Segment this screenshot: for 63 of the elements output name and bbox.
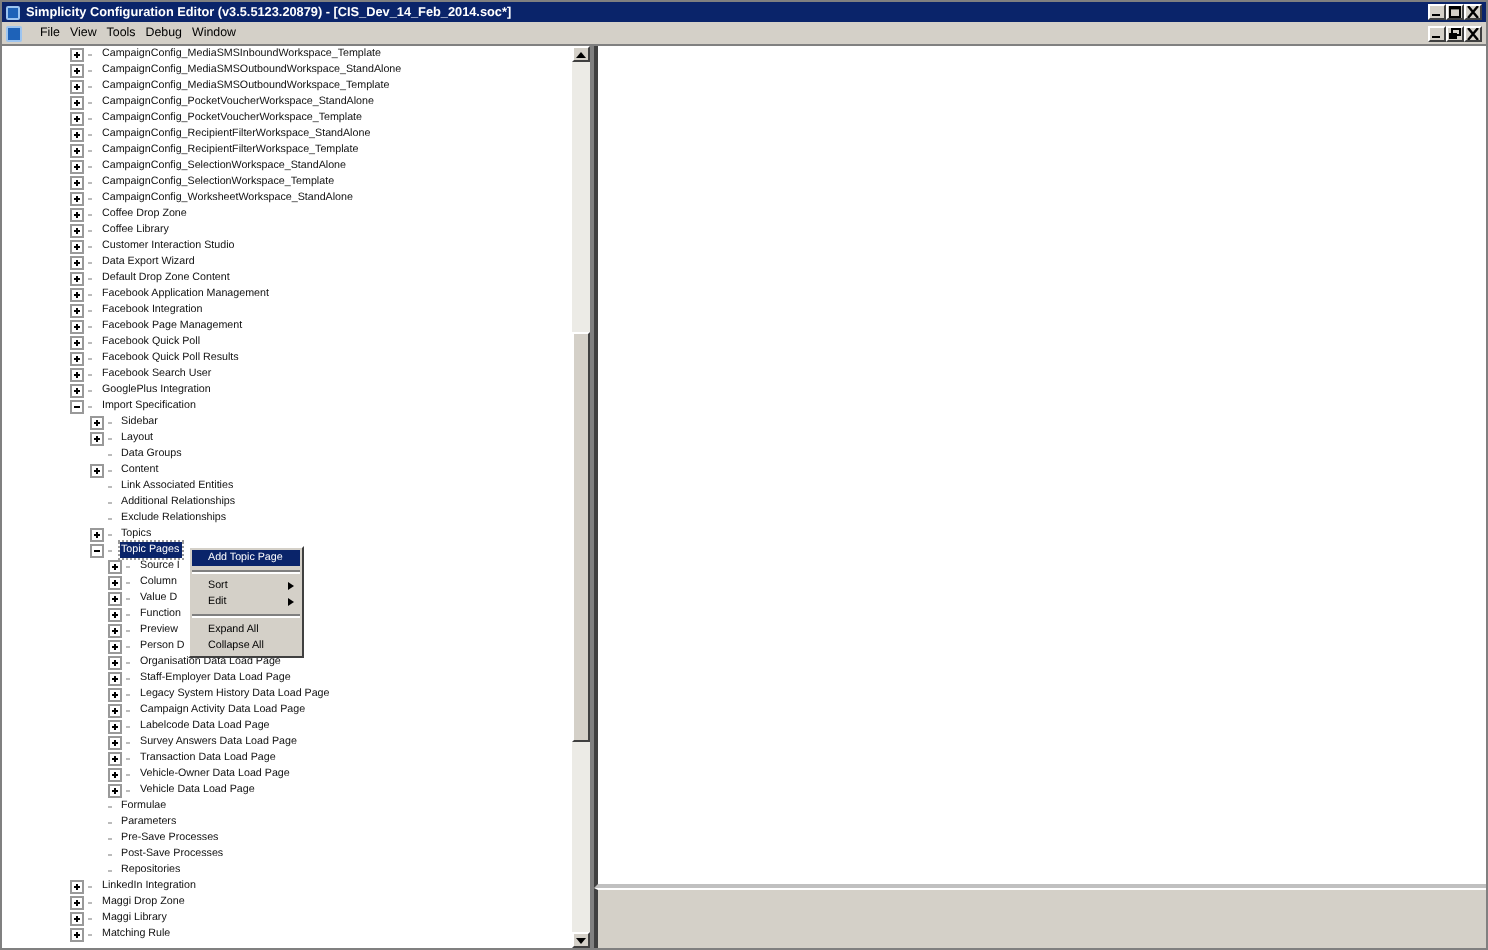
- expand-icon[interactable]: [70, 271, 84, 285]
- expand-icon[interactable]: [70, 287, 84, 301]
- expand-icon[interactable]: [70, 175, 84, 189]
- expand-icon[interactable]: [70, 895, 84, 909]
- expand-icon[interactable]: [70, 191, 84, 205]
- expand-icon[interactable]: [70, 47, 84, 61]
- expand-icon[interactable]: [70, 351, 84, 365]
- close-button[interactable]: [1464, 4, 1482, 20]
- restore-icon: [1448, 27, 1462, 39]
- maximize-button[interactable]: [1446, 4, 1464, 20]
- expand-icon[interactable]: [70, 335, 84, 349]
- expand-icon[interactable]: [108, 719, 122, 733]
- expand-icon[interactable]: [89, 463, 103, 477]
- expand-icon[interactable]: [108, 655, 122, 669]
- expand-icon[interactable]: [108, 751, 122, 765]
- expand-icon[interactable]: [70, 207, 84, 221]
- expand-icon[interactable]: [70, 911, 84, 925]
- expand-icon[interactable]: [70, 255, 84, 269]
- expand-icon[interactable]: [108, 783, 122, 797]
- expand-icon[interactable]: [70, 383, 84, 397]
- expand-icon[interactable]: [108, 591, 122, 605]
- expand-icon[interactable]: [89, 415, 103, 429]
- expand-icon[interactable]: [70, 79, 84, 93]
- expand-icon[interactable]: [70, 239, 84, 253]
- expand-icon[interactable]: [89, 431, 103, 445]
- expand-icon[interactable]: [89, 527, 103, 541]
- expand-icon[interactable]: [108, 767, 122, 781]
- expand-icon[interactable]: [70, 367, 84, 381]
- expand-icon[interactable]: [108, 671, 122, 685]
- collapse-icon[interactable]: [89, 543, 103, 557]
- expand-icon[interactable]: [70, 111, 84, 125]
- expand-icon[interactable]: [70, 879, 84, 893]
- expand-icon[interactable]: [108, 687, 122, 701]
- expand-icon[interactable]: [108, 623, 122, 637]
- scroll-thumb[interactable]: [572, 332, 590, 742]
- expand-icon[interactable]: [70, 319, 84, 333]
- minimize-button[interactable]: [1428, 4, 1446, 20]
- scrollbar[interactable]: [572, 46, 590, 948]
- collapse-icon[interactable]: [70, 399, 84, 413]
- expand-icon[interactable]: [70, 159, 84, 173]
- expand-icon[interactable]: [108, 735, 122, 749]
- maximize-icon: [1448, 6, 1462, 18]
- expand-icon[interactable]: [70, 143, 84, 157]
- scroll-down-button[interactable]: [572, 932, 590, 948]
- close-icon: [1466, 27, 1480, 39]
- expand-icon[interactable]: [70, 127, 84, 141]
- expand-icon[interactable]: [108, 703, 122, 717]
- expand-icon[interactable]: [70, 63, 84, 77]
- close-button[interactable]: [1464, 25, 1482, 41]
- expand-icon[interactable]: [108, 639, 122, 653]
- expand-icon[interactable]: [70, 927, 84, 941]
- expand-icon[interactable]: [108, 559, 122, 573]
- expand-icon[interactable]: [70, 95, 84, 109]
- restore-button[interactable]: [1446, 25, 1464, 41]
- expand-icon[interactable]: [70, 223, 84, 237]
- up-arrow-icon: [576, 51, 586, 57]
- close-icon: [1466, 6, 1480, 18]
- expand-icon[interactable]: [108, 607, 122, 621]
- expand-icon[interactable]: [70, 303, 84, 317]
- scroll-up-button[interactable]: [572, 46, 590, 62]
- minimize-button[interactable]: [1428, 25, 1446, 41]
- down-arrow-icon: [576, 937, 586, 943]
- expand-icon[interactable]: [108, 575, 122, 589]
